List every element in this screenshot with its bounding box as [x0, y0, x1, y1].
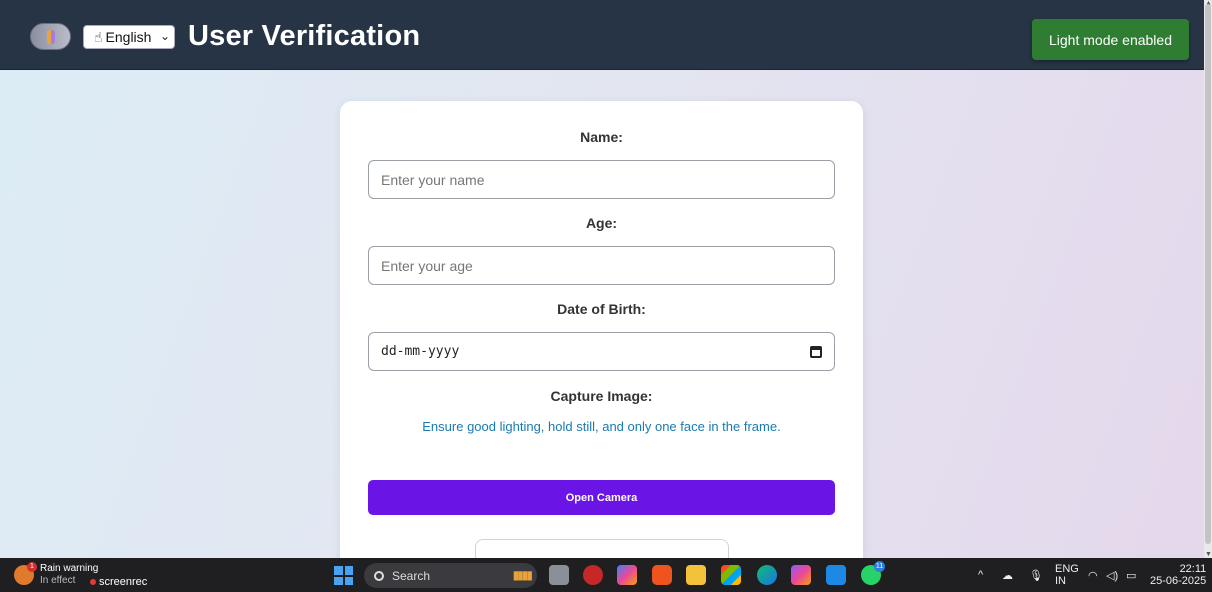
onedrive-icon[interactable]: ☁ — [1002, 558, 1013, 592]
whatsapp-icon[interactable]: 11 — [861, 561, 885, 585]
scroll-down-icon[interactable]: ▼ — [1205, 551, 1212, 558]
sun-moon-toggle-icon — [46, 29, 55, 44]
hand-pointer-icon: ☝ — [94, 28, 103, 45]
verification-form-card: Name: Enter your name Age: Enter your ag… — [340, 101, 863, 558]
language-selected-value: English — [105, 29, 152, 45]
record-icon — [90, 579, 96, 585]
camera-preview-box — [475, 539, 729, 558]
app-header: ☝ English ⌄ User Verification Light mode… — [0, 0, 1204, 70]
task-view-icon[interactable] — [549, 565, 569, 585]
page-scrollbar[interactable]: ▲ ▼ — [1204, 0, 1212, 558]
wifi-icon[interactable]: ◠ — [1088, 558, 1098, 592]
edge-browser-icon[interactable] — [757, 565, 777, 585]
age-placeholder: Enter your age — [381, 257, 473, 274]
weather-title: Rain warning — [40, 563, 99, 574]
weather-badge: 1 — [27, 562, 37, 572]
name-placeholder: Enter your name — [381, 171, 485, 188]
name-input[interactable]: Enter your name — [368, 160, 835, 199]
age-label: Age: — [585, 215, 618, 231]
file-explorer-icon[interactable] — [686, 565, 706, 585]
mode-status-badge[interactable]: Light mode enabled — [1032, 19, 1189, 60]
whatsapp-badge: 11 — [874, 561, 885, 572]
taskbar-search[interactable]: Search ▮▮▮▮ — [364, 563, 537, 588]
taskbar-search-label: Search — [392, 568, 431, 583]
open-camera-button[interactable]: Open Camera — [368, 480, 835, 515]
age-input[interactable]: Enter your age — [368, 246, 835, 285]
screenrec-watermark: screenrec — [90, 576, 147, 588]
record-app-icon[interactable] — [583, 565, 603, 585]
copilot-app-icon[interactable] — [791, 565, 811, 585]
calendar-icon[interactable] — [810, 345, 822, 358]
ms-store-icon[interactable] — [721, 565, 741, 585]
search-highlight-icon: ▮▮▮▮ — [512, 568, 533, 582]
page-title: User Verification — [188, 20, 421, 52]
tray-chevron-icon[interactable]: ^ — [978, 558, 983, 592]
weather-icon: 1 — [14, 562, 37, 585]
theme-toggle[interactable] — [30, 23, 71, 50]
input-language-region: IN — [1055, 575, 1066, 587]
vscode-icon[interactable] — [826, 565, 846, 585]
input-language-code: ENG — [1055, 563, 1079, 575]
scrollbar-thumb[interactable] — [1205, 4, 1211, 544]
clock-time: 22:11 — [1179, 563, 1207, 575]
screenrec-label: screenrec — [99, 576, 148, 588]
chevron-down-icon: ⌄ — [159, 29, 170, 43]
microphone-icon[interactable]: 🎙 — [1029, 558, 1043, 592]
search-icon — [374, 570, 384, 581]
brave-browser-icon[interactable] — [652, 565, 672, 585]
battery-icon[interactable]: ▭ — [1126, 558, 1136, 592]
os-taskbar: 1 Rain warning In effect screenrec Searc… — [0, 558, 1212, 592]
capture-image-label: Capture Image: — [550, 388, 653, 404]
weather-widget[interactable]: 1 Rain warning In effect — [14, 562, 99, 587]
dob-input[interactable]: dd-mm-yyyy — [368, 332, 835, 371]
main-content: Name: Enter your name Age: Enter your ag… — [0, 70, 1204, 558]
capture-hint: Ensure good lighting, hold still, and on… — [422, 419, 781, 434]
language-select[interactable]: ☝ English ⌄ — [83, 25, 175, 49]
dob-label: Date of Birth: — [557, 301, 646, 317]
volume-icon[interactable]: ◁) — [1106, 558, 1118, 592]
copilot-icon[interactable] — [617, 565, 637, 585]
clock-date: 25-06-2025 — [1150, 575, 1207, 587]
clock[interactable]: 22:11 25-06-2025 — [1150, 558, 1206, 592]
windows-start-icon[interactable] — [334, 566, 353, 585]
input-language[interactable]: ENG IN — [1055, 558, 1079, 592]
name-label: Name: — [580, 129, 623, 145]
dob-value: dd-mm-yyyy — [381, 344, 460, 359]
